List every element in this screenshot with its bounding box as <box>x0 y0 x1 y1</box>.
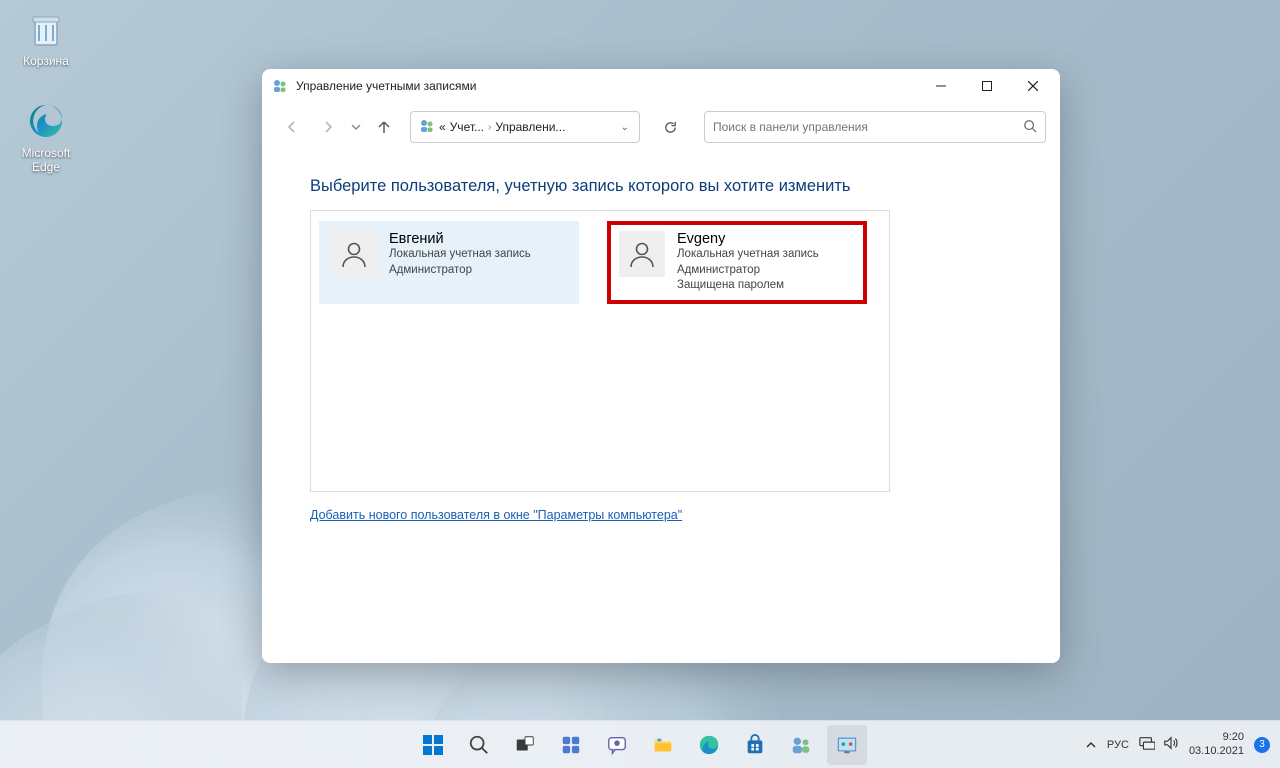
user-card[interactable]: Evgeny Локальная учетная запись Админист… <box>607 221 867 304</box>
edge-shortcut[interactable]: Microsoft Edge <box>8 100 84 174</box>
nav-up-button[interactable] <box>368 111 400 143</box>
user-card[interactable]: Евгений Локальная учетная запись Админис… <box>319 221 579 304</box>
titlebar[interactable]: Управление учетными записями <box>262 69 1060 103</box>
nav-toolbar: « Учет... › Управлени... ⌄ <box>262 103 1060 151</box>
taskview-button[interactable] <box>505 725 545 765</box>
taskbar-right: РУС 9:20 03.10.2021 3 <box>1085 731 1280 757</box>
edge-taskbar-button[interactable] <box>689 725 729 765</box>
breadcrumb[interactable]: « Учет... › Управлени... ⌄ <box>410 111 640 143</box>
user-name: Evgeny <box>677 231 819 247</box>
nav-back-button[interactable] <box>276 111 308 143</box>
search-input[interactable] <box>713 120 1017 134</box>
taskbar-center <box>413 725 867 765</box>
notifications-button[interactable]: 3 <box>1254 737 1270 753</box>
nav-recent-button[interactable] <box>348 111 364 143</box>
edge-icon <box>25 100 67 142</box>
avatar-icon <box>619 231 665 277</box>
user-meta: Администратор <box>677 263 819 279</box>
edge-label: Microsoft Edge <box>8 146 84 174</box>
network-icon <box>1139 736 1155 753</box>
breadcrumb-prefix: « <box>439 120 446 134</box>
user-accounts-taskbar-button[interactable] <box>781 725 821 765</box>
control-panel-taskbar-button[interactable] <box>827 725 867 765</box>
refresh-button[interactable] <box>654 111 686 143</box>
clock[interactable]: 9:20 03.10.2021 <box>1189 731 1244 757</box>
breadcrumb-icon <box>419 118 435 137</box>
user-name: Евгений <box>389 231 531 247</box>
search-box[interactable] <box>704 111 1046 143</box>
explorer-button[interactable] <box>643 725 683 765</box>
minimize-button[interactable] <box>918 71 964 101</box>
chat-button[interactable] <box>597 725 637 765</box>
add-user-link[interactable]: Добавить нового пользователя в окне "Пар… <box>310 508 682 522</box>
recycle-bin[interactable]: Корзина <box>8 8 84 68</box>
user-meta: Локальная учетная запись <box>677 247 819 263</box>
start-button[interactable] <box>413 725 453 765</box>
maximize-button[interactable] <box>964 71 1010 101</box>
content-area: Выберите пользователя, учетную запись ко… <box>262 151 1060 663</box>
system-tray[interactable] <box>1139 736 1179 753</box>
tray-expand-button[interactable] <box>1085 739 1097 751</box>
clock-date: 03.10.2021 <box>1189 745 1244 758</box>
recycle-bin-icon <box>25 8 67 50</box>
breadcrumb-seg1[interactable]: Учет... <box>450 120 484 134</box>
clock-time: 9:20 <box>1189 731 1244 744</box>
user-accounts-window: Управление учетными записями <box>262 69 1060 663</box>
taskbar: РУС 9:20 03.10.2021 3 <box>0 720 1280 768</box>
nav-forward-button[interactable] <box>312 111 344 143</box>
language-indicator[interactable]: РУС <box>1107 739 1129 751</box>
avatar-icon <box>331 231 377 277</box>
recycle-bin-label: Корзина <box>8 54 84 68</box>
user-list-panel: Евгений Локальная учетная запись Админис… <box>310 210 890 492</box>
page-heading: Выберите пользователя, учетную запись ко… <box>310 177 1012 196</box>
store-button[interactable] <box>735 725 775 765</box>
chevron-right-icon: › <box>488 122 491 133</box>
breadcrumb-seg2[interactable]: Управлени... <box>495 120 565 134</box>
chevron-down-icon[interactable]: ⌄ <box>615 122 635 133</box>
search-icon[interactable] <box>1023 119 1037 136</box>
close-button[interactable] <box>1010 71 1056 101</box>
user-meta: Администратор <box>389 263 531 279</box>
user-meta: Локальная учетная запись <box>389 247 531 263</box>
widgets-button[interactable] <box>551 725 591 765</box>
user-meta: Защищена паролем <box>677 278 819 294</box>
window-icon <box>272 78 288 94</box>
taskbar-search-button[interactable] <box>459 725 499 765</box>
volume-icon <box>1163 736 1179 753</box>
window-title: Управление учетными записями <box>296 79 476 93</box>
